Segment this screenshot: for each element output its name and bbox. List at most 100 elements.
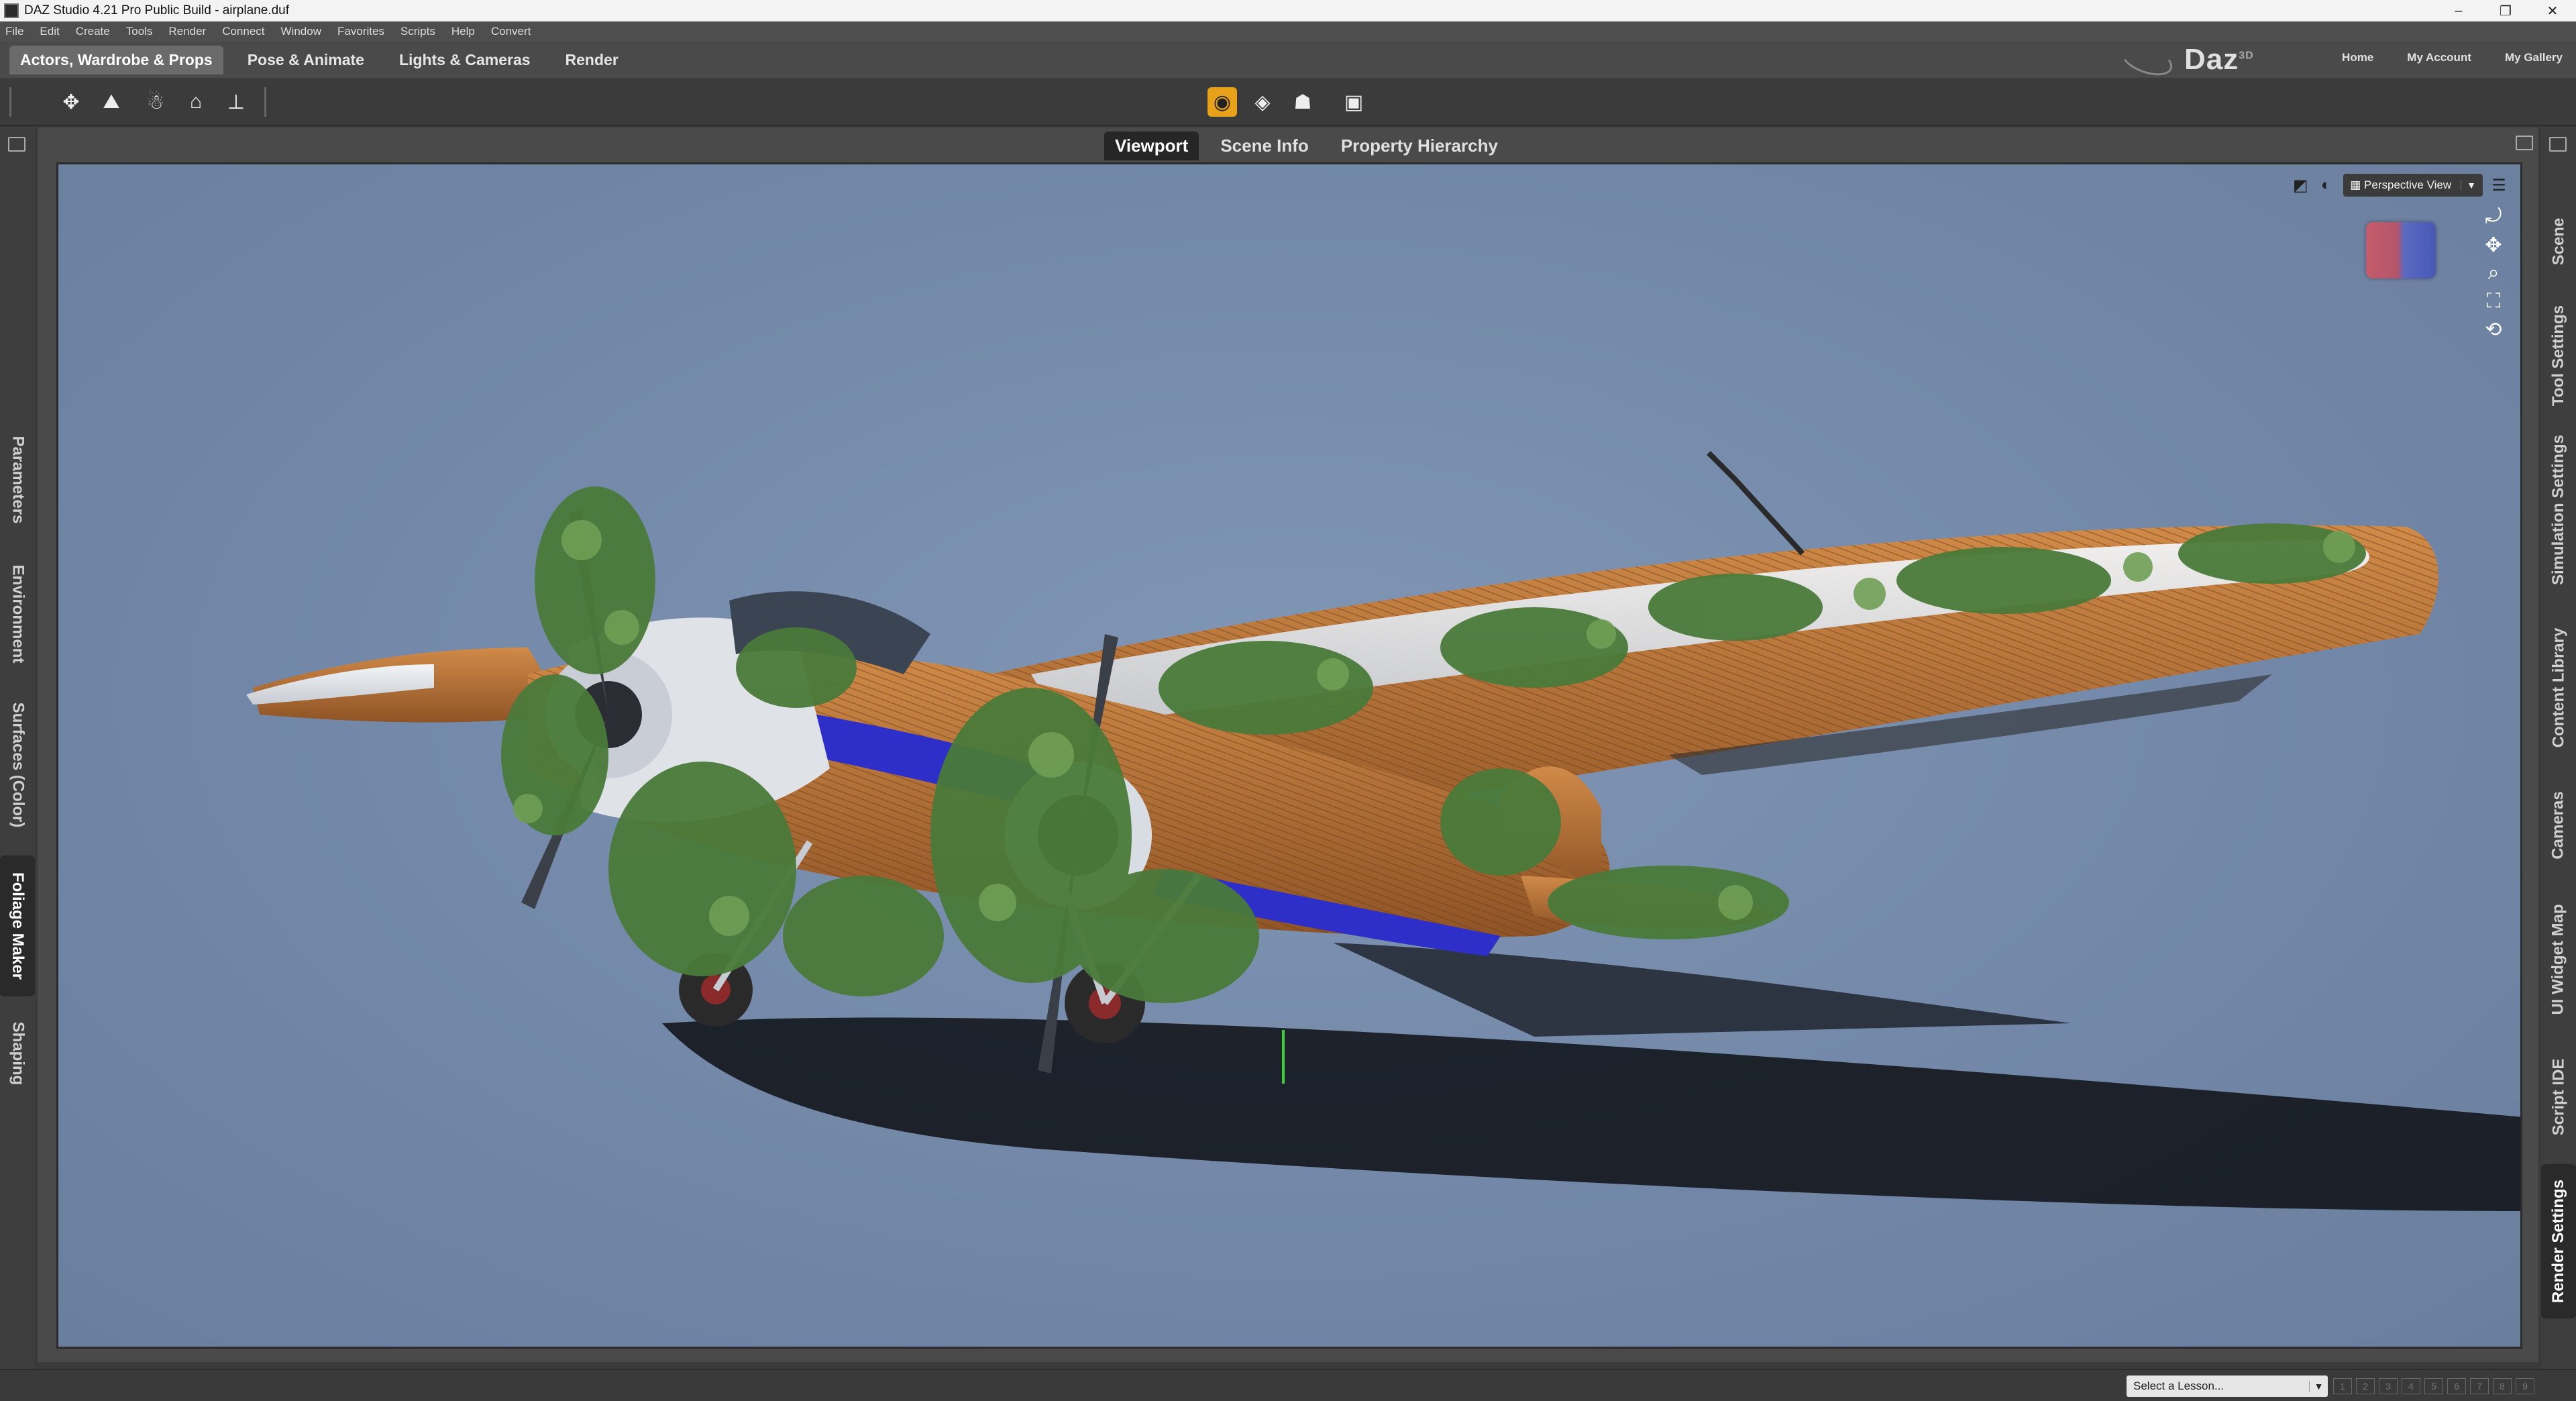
panel-tab-label: Parameters — [9, 435, 28, 524]
orbit-icon[interactable]: ⤾ — [2481, 205, 2506, 229]
viewport-options-icon[interactable] — [2516, 136, 2533, 150]
panel-tab-label: Environment — [9, 564, 27, 664]
panel-tab-label: Render Settings — [2549, 1179, 2567, 1304]
render-camera-icon[interactable]: ▣ — [1339, 87, 1368, 117]
panel-tab-label: Tool Settings — [2549, 305, 2567, 407]
3d-viewport[interactable]: ◩ ◐ ▦ Perspective View ▼ ☰ ⤾ ✥ ⌕ ⛶ ⟲ — [56, 162, 2522, 1349]
panel-tab-script-ide[interactable]: Script IDE — [2541, 1040, 2576, 1154]
joint-tool-icon[interactable]: ⊥ — [221, 87, 251, 117]
tab-render[interactable]: Render — [555, 46, 629, 74]
close-button[interactable]: ✕ — [2529, 0, 2576, 21]
panel-tab-label: Scene — [2549, 217, 2567, 266]
restore-button[interactable]: ❐ — [2482, 0, 2529, 21]
menu-scripts[interactable]: Scripts — [400, 25, 435, 38]
my-account-link[interactable]: My Account — [2407, 51, 2471, 64]
menu-connect[interactable]: Connect — [222, 25, 264, 38]
panel-tab-tool-settings[interactable]: Tool Settings — [2541, 295, 2576, 416]
daz-logo: Daz3D — [2116, 38, 2294, 82]
zoom-icon[interactable]: ⌕ — [2481, 261, 2506, 285]
panel-tab-label: Foliage Maker — [9, 872, 27, 980]
minimize-button[interactable]: – — [2435, 0, 2482, 21]
view-select[interactable]: ▦ Perspective View ▼ — [2343, 174, 2483, 197]
dock-toggle-left-icon[interactable] — [8, 137, 25, 152]
menu-tools[interactable]: Tools — [126, 25, 153, 38]
app-icon — [4, 3, 19, 18]
menu-file[interactable]: File — [5, 25, 23, 38]
panel-tab-label: Shaping — [9, 1021, 28, 1086]
dock-toggle-right-icon[interactable] — [2549, 137, 2567, 152]
frame-icon[interactable]: ⛶ — [2481, 289, 2506, 313]
menu-edit[interactable]: Edit — [40, 25, 59, 38]
panel-tab-parameters[interactable]: Parameters — [0, 423, 35, 537]
lesson-select[interactable]: Select a Lesson... ▼ — [2127, 1376, 2328, 1397]
universal-tool-icon[interactable]: ✥ — [56, 87, 86, 117]
panel-tab-foliage-maker[interactable]: Foliage Maker — [0, 855, 35, 996]
render-settings-figure-icon[interactable]: ☗ — [1288, 87, 1318, 117]
panel-tab-render-settings[interactable]: Render Settings — [2541, 1164, 2576, 1318]
menu-bar: File Edit Create Tools Render Connect Wi… — [0, 21, 2576, 42]
chevron-down-icon: ▼ — [2309, 1381, 2328, 1392]
lesson-step[interactable]: 8 — [2493, 1378, 2512, 1394]
menu-favorites[interactable]: Favorites — [337, 25, 384, 38]
lesson-step[interactable]: 4 — [2402, 1378, 2420, 1394]
pan-icon[interactable]: ✥ — [2481, 233, 2506, 257]
toolbar-separator — [9, 87, 11, 117]
tab-pose-animate[interactable]: Pose & Animate — [237, 46, 375, 74]
panel-tab-label: Cameras — [2549, 791, 2567, 860]
activity-bar: Actors, Wardrobe & Props Pose & Animate … — [0, 38, 2576, 82]
panel-tab-label: UI Widget Map — [2549, 904, 2568, 1015]
antenna — [1707, 451, 1805, 556]
menu-window[interactable]: Window — [281, 25, 321, 38]
my-gallery-link[interactable]: My Gallery — [2505, 51, 2563, 64]
panel-tab-content-library[interactable]: Content Library — [2541, 611, 2576, 765]
panel-tab-label: Simulation Settings — [2549, 434, 2568, 586]
reset-view-icon[interactable]: ⟲ — [2481, 317, 2506, 342]
menu-help[interactable]: Help — [451, 25, 475, 38]
tab-actors-wardrobe-props[interactable]: Actors, Wardrobe & Props — [9, 45, 223, 74]
panel-tab-cameras[interactable]: Cameras — [2541, 772, 2576, 879]
main-toolbar: ✥ ⛰ ☃ ⌂ ⊥ ◉ ◈ ☗ ▣ — [0, 78, 2576, 126]
figure-tool-icon[interactable]: ☃ — [141, 87, 170, 117]
lesson-step[interactable]: 3 — [2379, 1378, 2398, 1394]
panel-tab-shaping[interactable]: Shaping — [0, 1006, 35, 1100]
ground-shadow — [662, 1017, 2520, 1211]
toolbar-separator — [264, 87, 266, 117]
panel-tab-scene[interactable]: Scene — [2541, 195, 2576, 289]
lesson-step[interactable]: 5 — [2424, 1378, 2443, 1394]
logo-swoosh-icon — [2116, 38, 2177, 82]
lesson-select-value: Select a Lesson... — [2133, 1380, 2224, 1392]
tab-viewport[interactable]: Viewport — [1104, 132, 1199, 160]
panel-tab-ui-widget-map[interactable]: UI Widget Map — [2541, 886, 2576, 1033]
view-cube[interactable] — [2366, 222, 2436, 278]
lesson-step[interactable]: 1 — [2333, 1378, 2352, 1394]
tab-scene-info[interactable]: Scene Info — [1210, 132, 1319, 160]
lesson-step[interactable]: 6 — [2447, 1378, 2466, 1394]
menu-create[interactable]: Create — [76, 25, 110, 38]
menu-render[interactable]: Render — [168, 25, 206, 38]
terrain-tool-icon[interactable]: ⛰ — [97, 87, 126, 117]
lesson-step[interactable]: 2 — [2356, 1378, 2375, 1394]
node-tool-icon[interactable]: ⌂ — [181, 87, 211, 117]
panel-tab-label: Content Library — [2549, 627, 2567, 748]
airplane-scene — [246, 451, 2520, 1211]
menu-convert[interactable]: Convert — [491, 25, 531, 38]
tab-property-hierarchy[interactable]: Property Hierarchy — [1330, 132, 1509, 160]
spot-render-icon[interactable]: ◈ — [1248, 87, 1277, 117]
draw-style-icon[interactable]: ◩ — [2291, 176, 2310, 195]
view-grid-icon: ▦ — [2350, 178, 2365, 191]
status-bar: Select a Lesson... ▼ 1 2 3 4 5 6 7 8 9 — [0, 1369, 2576, 1401]
aux-viewport-icon[interactable]: ◐ — [2316, 176, 2335, 195]
panel-tab-surfaces[interactable]: Surfaces (Color) — [0, 691, 35, 839]
lesson-step[interactable]: 9 — [2516, 1378, 2534, 1394]
panel-tab-environment[interactable]: Environment — [0, 550, 35, 678]
lesson-step[interactable]: 7 — [2470, 1378, 2489, 1394]
home-link[interactable]: Home — [2342, 51, 2373, 64]
tab-lights-cameras[interactable]: Lights & Cameras — [388, 46, 541, 74]
ground-shadow — [1333, 943, 2071, 1037]
right-panel-dock: Scene Tool Settings Simulation Settings … — [2541, 127, 2576, 1369]
window-title: DAZ Studio 4.21 Pro Public Build - airpl… — [24, 3, 289, 17]
viewport-menu-icon[interactable]: ☰ — [2489, 176, 2508, 195]
iray-render-mode-icon[interactable]: ◉ — [1208, 87, 1237, 117]
panel-tab-simulation-settings[interactable]: Simulation Settings — [2541, 423, 2576, 597]
viewport-pane: Viewport Scene Info Property Hierarchy ◩… — [38, 127, 2538, 1362]
